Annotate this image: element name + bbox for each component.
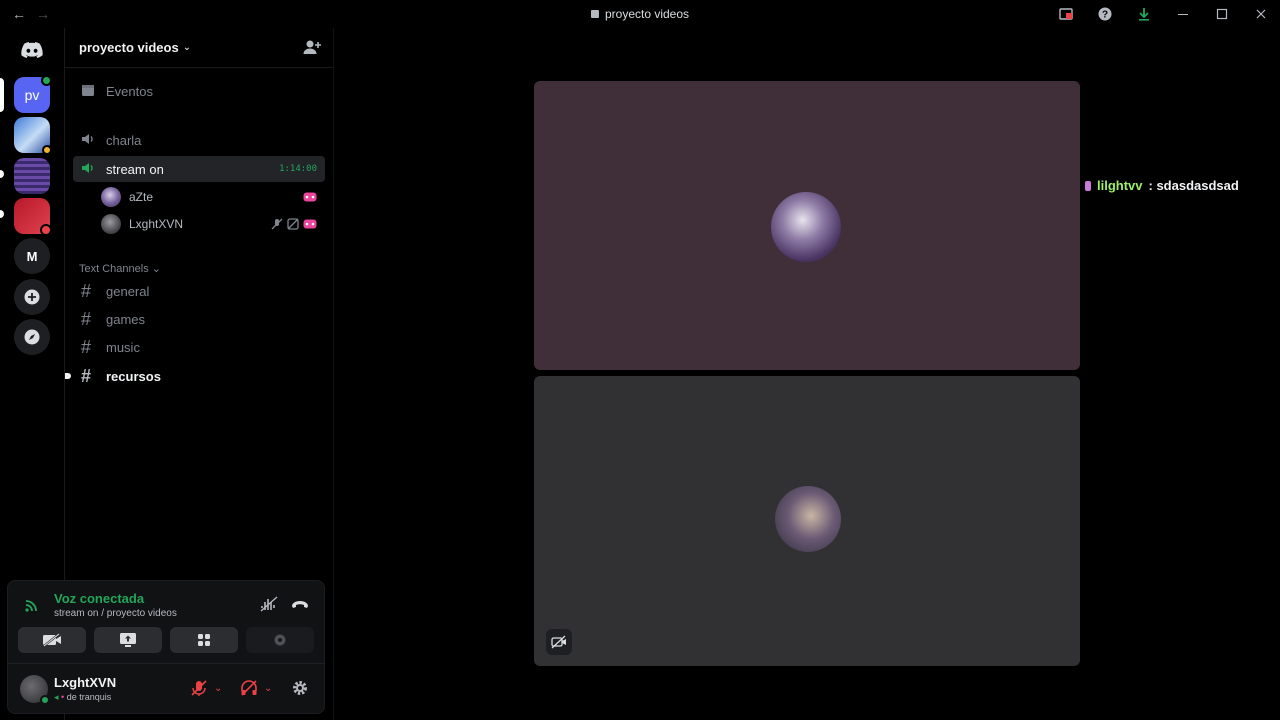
maximize-icon[interactable]: [1202, 0, 1241, 28]
text-channel-general[interactable]: # general: [73, 278, 325, 304]
nav-arrows: ← →: [12, 6, 50, 22]
hash-icon: #: [81, 365, 92, 386]
plus-icon: [24, 289, 40, 305]
download-icon[interactable]: [1124, 0, 1163, 28]
voice-active-badge: [41, 75, 52, 86]
noise-suppression-icon[interactable]: [260, 596, 278, 617]
window-title: proyecto videos: [590, 7, 689, 21]
headphones-muted-icon[interactable]: [240, 679, 258, 697]
discover-button[interactable]: [14, 319, 50, 355]
chevron-down-icon[interactable]: ⌄: [264, 683, 272, 694]
chevron-down-icon: ⌄: [182, 42, 192, 53]
gear-icon: [293, 681, 307, 695]
voice-timer: 1:14:00: [279, 164, 317, 174]
server-m[interactable]: M: [14, 238, 50, 274]
server-proyecto-videos[interactable]: pv: [14, 75, 52, 113]
deafened-icon: [287, 218, 299, 230]
category-header[interactable]: Text Channels ⌄: [79, 262, 161, 275]
voice-channel-stream-on[interactable]: stream on 1:14:00: [73, 156, 325, 182]
video-tile[interactable]: [534, 81, 1080, 370]
server-icon-2[interactable]: [14, 117, 52, 155]
online-status-dot: [40, 695, 50, 705]
hash-icon: #: [81, 308, 92, 329]
avatar: [775, 486, 841, 552]
title-bar: ← → proyecto videos ?: [0, 0, 1280, 28]
unread-pill-2: [0, 210, 4, 218]
hash-icon: #: [81, 280, 92, 301]
avatar: [771, 192, 841, 262]
soundboard-button[interactable]: [246, 627, 314, 653]
mention-badge: [40, 224, 52, 236]
twitch-icon: [1085, 180, 1091, 191]
voice-member[interactable]: LxghtXVN: [101, 212, 323, 236]
inbox-icon[interactable]: [1046, 0, 1085, 28]
speaker-icon: [81, 130, 103, 151]
signal-icon[interactable]: [24, 597, 40, 618]
chat-username: lilghtvv: [1097, 178, 1143, 193]
voice-channel-icon: [590, 10, 599, 18]
chat-text: : sdasdasdsad: [1148, 178, 1239, 193]
disconnect-icon[interactable]: [291, 597, 309, 615]
invite-people-icon[interactable]: [303, 39, 321, 60]
calendar-icon: [81, 81, 103, 102]
video-off-icon: [43, 633, 61, 647]
discord-logo-icon: [21, 42, 43, 58]
discord-home-button[interactable]: [14, 32, 50, 68]
server-header[interactable]: proyecto videos ⌄: [65, 28, 333, 68]
hash-icon: #: [81, 336, 92, 357]
server-name: proyecto videos: [79, 40, 179, 55]
close-icon[interactable]: [1241, 0, 1280, 28]
muted-mic-icon: [271, 218, 283, 230]
voice-location[interactable]: stream on / proyecto videos: [54, 608, 177, 619]
events-row[interactable]: Eventos: [73, 78, 325, 104]
server-icon-4[interactable]: [14, 198, 52, 236]
mute-control[interactable]: ⌄: [190, 679, 222, 697]
voice-status[interactable]: Voz conectada: [54, 591, 144, 606]
activities-button[interactable]: [170, 627, 238, 653]
soundboard-icon: [274, 634, 286, 646]
overlay-chat-message: lilghtvv : sdasdasdsad: [1085, 178, 1239, 193]
activity-icon: •: [61, 692, 65, 702]
voice-panel: Voz conectada stream on / proyecto video…: [7, 580, 325, 714]
voice-channel-charla[interactable]: charla: [73, 127, 325, 153]
username[interactable]: LxghtXVN: [54, 675, 116, 690]
avatar: [101, 187, 121, 207]
forward-arrow-icon[interactable]: →: [36, 6, 50, 22]
help-icon[interactable]: ?: [1085, 0, 1124, 28]
activity-icon: [303, 192, 317, 202]
divider: [8, 663, 324, 664]
speaker-icon: ◂: [54, 692, 59, 702]
text-channel-music[interactable]: # music: [73, 334, 325, 360]
compass-icon: [24, 329, 40, 345]
back-arrow-icon[interactable]: ←: [12, 6, 26, 22]
svg-text:?: ?: [1101, 10, 1107, 21]
avatar: [101, 214, 121, 234]
selected-server-pill: [0, 78, 4, 112]
chevron-down-icon: ⌄: [151, 263, 161, 275]
activity-icon: [303, 219, 317, 229]
unread-indicator: [65, 373, 71, 379]
camera-button[interactable]: [18, 627, 86, 653]
screen-share-icon: [120, 633, 136, 647]
speaker-active-icon: [81, 159, 103, 180]
settings-button[interactable]: [291, 679, 309, 697]
text-channel-games[interactable]: # games: [73, 306, 325, 332]
camera-off-indicator: [546, 629, 572, 655]
chevron-down-icon[interactable]: ⌄: [214, 683, 222, 694]
status-badge: [42, 145, 52, 155]
video-tile[interactable]: [534, 376, 1080, 666]
text-channel-recursos[interactable]: # recursos: [65, 363, 325, 389]
custom-status: ◂ • de tranquis: [54, 692, 112, 702]
video-off-icon: [551, 635, 566, 649]
voice-member[interactable]: aZte: [101, 185, 323, 209]
deafen-control[interactable]: ⌄: [240, 679, 272, 697]
screen-share-button[interactable]: [94, 627, 162, 653]
activities-icon: [198, 634, 210, 646]
minimize-icon[interactable]: [1163, 0, 1202, 28]
add-server-button[interactable]: [14, 279, 50, 315]
mic-muted-icon[interactable]: [190, 679, 208, 697]
unread-pill: [0, 170, 4, 178]
server-icon-3[interactable]: [14, 158, 50, 194]
